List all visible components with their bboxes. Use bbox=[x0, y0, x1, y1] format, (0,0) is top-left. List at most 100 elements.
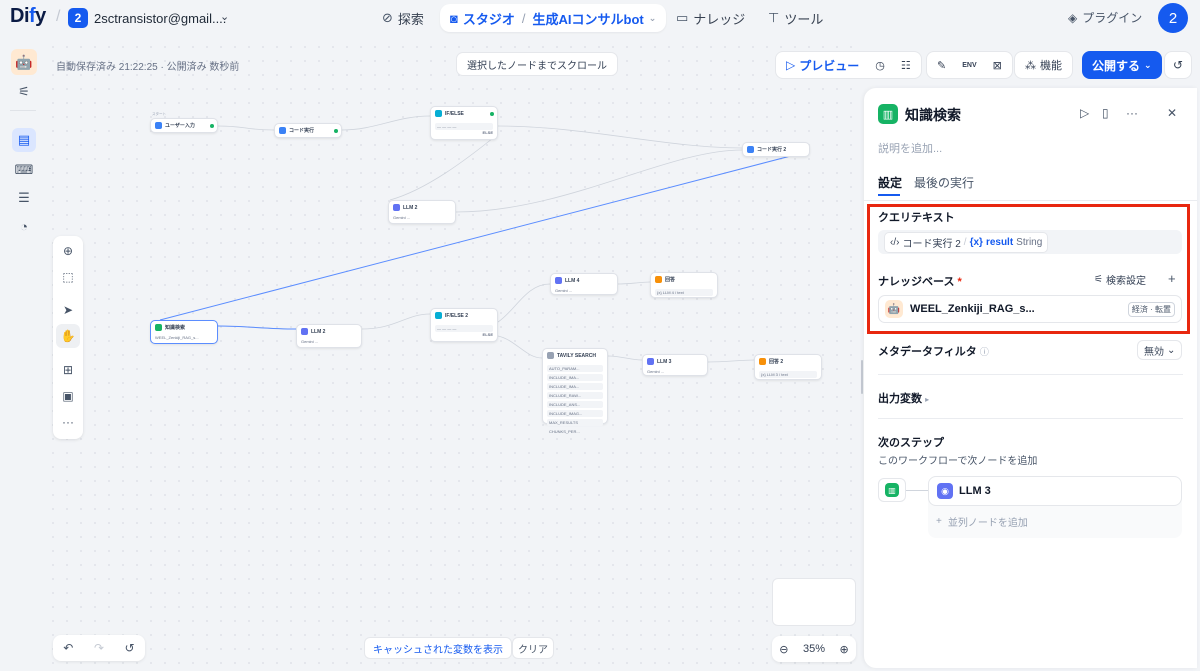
env-button[interactable]: ENV bbox=[956, 54, 982, 76]
branch-icon bbox=[435, 312, 442, 319]
query-text-label: クエリテキスト bbox=[878, 212, 955, 224]
node-answer-2[interactable]: 回答 2 {x} LLM 3 / text bbox=[754, 354, 822, 380]
node-if-else[interactable]: IF/ELSE — — — — ELSE bbox=[430, 106, 498, 140]
add-note-icon[interactable]: ⬚ bbox=[56, 265, 80, 289]
tab-last-run[interactable]: 最後の実行 bbox=[914, 174, 974, 191]
show-cached-vars-button[interactable]: キャッシュされた変数を表示 bbox=[364, 637, 512, 659]
query-variable-field[interactable]: ‹/› コード実行 2 / {x} result String bbox=[878, 230, 1182, 254]
pointer-icon[interactable]: ➤ bbox=[56, 298, 80, 322]
more-icon[interactable]: ··· bbox=[1126, 106, 1138, 120]
hand-icon[interactable]: ✋ bbox=[56, 324, 80, 348]
nav-knowledge[interactable]: ▭ ナレッジ bbox=[666, 4, 755, 32]
next-node-llm-3[interactable]: ◉ LLM 3 bbox=[928, 476, 1182, 506]
zoom-controls: ⊖ 35% ⊕ bbox=[772, 636, 856, 662]
close-icon[interactable]: ✕ bbox=[1167, 106, 1177, 120]
book-icon bbox=[155, 324, 162, 331]
node-llm-2-top[interactable]: LLM 2 Gemini ... bbox=[388, 200, 456, 224]
features-button[interactable]: ⁂ 機能 bbox=[1019, 54, 1068, 76]
tab-settings[interactable]: 設定 bbox=[878, 174, 902, 191]
workflow-canvas[interactable]: 自動保存済み 21:22:25 · 公開済み 数秒前 選択したノードまでスクロー… bbox=[46, 40, 864, 671]
zoom-level[interactable]: 35% bbox=[803, 643, 825, 655]
zoom-in-icon[interactable]: ⊕ bbox=[840, 643, 849, 656]
node-if-else-2[interactable]: IF/ELSE 2 — — — — ELSE bbox=[430, 308, 498, 342]
hammer-icon: ⊤ bbox=[768, 10, 780, 25]
run-history-icon[interactable]: ◷ bbox=[869, 54, 891, 76]
chevron-down-icon[interactable]: ⌄ bbox=[649, 13, 657, 24]
minimap[interactable] bbox=[772, 578, 856, 626]
clear-button[interactable]: クリア bbox=[512, 637, 554, 659]
preview-toolbar: ▷ プレビュー ◷ ☷ bbox=[775, 51, 922, 79]
chevron-down-icon: ⌄ bbox=[1167, 344, 1176, 356]
tavily-param-row: CHUNKS_PER... bbox=[547, 428, 603, 435]
plugin-button[interactable]: ◈ プラグイン bbox=[1068, 9, 1142, 26]
user-avatar[interactable]: 2 bbox=[1158, 3, 1188, 33]
undo-icon[interactable]: ↶ bbox=[63, 641, 73, 655]
chevron-down-icon[interactable]: ⌄ bbox=[220, 10, 229, 23]
nav-explore[interactable]: ⊘ 探索 bbox=[372, 4, 434, 32]
next-step-container: ◉ LLM 3 + 並列ノードを追加 bbox=[928, 476, 1182, 538]
workspace-name[interactable]: 2sctransistor@gmail.... bbox=[94, 11, 226, 26]
add-node-icon[interactable]: ⊕ bbox=[56, 239, 80, 263]
chevron-right-icon: ▸ bbox=[925, 395, 930, 404]
monitor-icon[interactable]: ◔ bbox=[12, 214, 36, 238]
dify-logo[interactable]: Dify bbox=[10, 5, 46, 28]
node-llm-3[interactable]: LLM 3 Gemini ... bbox=[642, 354, 708, 376]
panel-title[interactable]: 知識検索 bbox=[905, 105, 961, 125]
robot-icon: ◙ bbox=[450, 10, 458, 26]
logs-icon[interactable]: ☰ bbox=[12, 186, 36, 210]
edit-icon[interactable]: ✎ bbox=[931, 54, 952, 76]
organize-icon[interactable]: ⊞ bbox=[56, 358, 80, 382]
user-icon bbox=[155, 122, 162, 129]
node-code-1[interactable]: コード実行 bbox=[274, 123, 342, 138]
chevron-down-icon: ⌄ bbox=[1144, 59, 1152, 70]
nav-tools[interactable]: ⊤ ツール bbox=[758, 4, 833, 32]
node-tavily-search[interactable]: TAVILY SEARCH AUTO_PARAM... INCLUDE_IMA..… bbox=[542, 348, 608, 435]
help-book-icon[interactable]: ▯ bbox=[1102, 106, 1109, 120]
conversation-var-icon[interactable]: ⊠ bbox=[987, 54, 1008, 76]
book-icon: ▥ bbox=[878, 104, 898, 124]
undo-redo-controls: ↶ ↷ ↺ bbox=[53, 635, 145, 661]
app-icon[interactable]: 🤖 bbox=[11, 49, 37, 75]
node-user-input[interactable]: ユーザー入力 bbox=[150, 118, 218, 133]
index-badge: 経済 · 転置 bbox=[1127, 302, 1175, 317]
version-history-button[interactable]: ↺ bbox=[1164, 51, 1192, 79]
sliders-icon[interactable]: ⚟ bbox=[12, 80, 36, 104]
workspace-avatar[interactable]: 2 bbox=[68, 8, 88, 28]
panel-resize-handle[interactable] bbox=[861, 360, 863, 394]
compass-icon: ⊘ bbox=[382, 10, 393, 25]
retrieval-settings-button[interactable]: ⚟ 検索設定 bbox=[1094, 272, 1146, 287]
node-llm-4[interactable]: LLM 4 Gemini ... bbox=[550, 273, 618, 295]
app-name[interactable]: 生成AIコンサルbot bbox=[533, 9, 644, 28]
export-image-icon[interactable]: ▣ bbox=[56, 384, 80, 408]
terminal-icon[interactable]: ⌨ bbox=[12, 158, 36, 182]
knowledge-base-label: ナレッジベース * bbox=[878, 276, 962, 288]
run-node-icon[interactable]: ▷ bbox=[1080, 106, 1089, 120]
node-knowledge-retrieval[interactable]: 知識検索 WEEL_Zenkiji_RAG_s... bbox=[150, 320, 218, 344]
zoom-out-icon[interactable]: ⊖ bbox=[779, 643, 788, 656]
node-answer[interactable]: 回答 {x} LLM 4 / text bbox=[650, 272, 718, 298]
checklist-icon[interactable]: ☷ bbox=[895, 54, 917, 76]
brain-icon: ◉ bbox=[937, 483, 953, 499]
more-icon[interactable]: ··· bbox=[56, 410, 80, 434]
tavily-param-row: INCLUDE_IMA... bbox=[547, 374, 603, 381]
features-toolbar: ⁂ 機能 bbox=[1014, 51, 1073, 79]
add-parallel-node-button[interactable]: + 並列ノードを追加 bbox=[936, 514, 1028, 529]
next-step-description: このワークフローで次ノードを追加 bbox=[878, 456, 1038, 467]
metadata-filter-select[interactable]: 無効 ⌄ bbox=[1137, 340, 1183, 360]
code-icon bbox=[279, 127, 286, 134]
add-knowledge-icon[interactable]: + bbox=[1168, 271, 1176, 286]
preview-button[interactable]: ▷ プレビュー bbox=[780, 54, 865, 76]
publish-button[interactable]: 公開する ⌄ bbox=[1082, 51, 1162, 79]
redo-icon[interactable]: ↷ bbox=[94, 641, 104, 655]
query-variable-chip[interactable]: ‹/› コード実行 2 / {x} result String bbox=[884, 231, 1049, 253]
play-icon: ▷ bbox=[786, 58, 796, 72]
knowledge-item[interactable]: 🤖 WEEL_Zenkiji_RAG_s... 経済 · 転置 bbox=[878, 295, 1182, 323]
node-llm-2[interactable]: LLM 2 Gemini ... bbox=[296, 324, 362, 348]
history-icon[interactable]: ↺ bbox=[125, 641, 135, 655]
output-variables-toggle[interactable]: 出力変数 ▸ bbox=[878, 390, 929, 406]
description-input[interactable]: 説明を追加... bbox=[878, 140, 942, 156]
left-sidebar: 🤖 ⚟ ▤ ⌨ ☰ ◔ bbox=[0, 40, 46, 671]
node-code-2[interactable]: コード実行 2 bbox=[742, 142, 810, 157]
workflow-icon[interactable]: ▤ bbox=[12, 128, 36, 152]
nav-studio[interactable]: ◙ スタジオ / 生成AIコンサルbot ⌄ bbox=[440, 4, 667, 32]
